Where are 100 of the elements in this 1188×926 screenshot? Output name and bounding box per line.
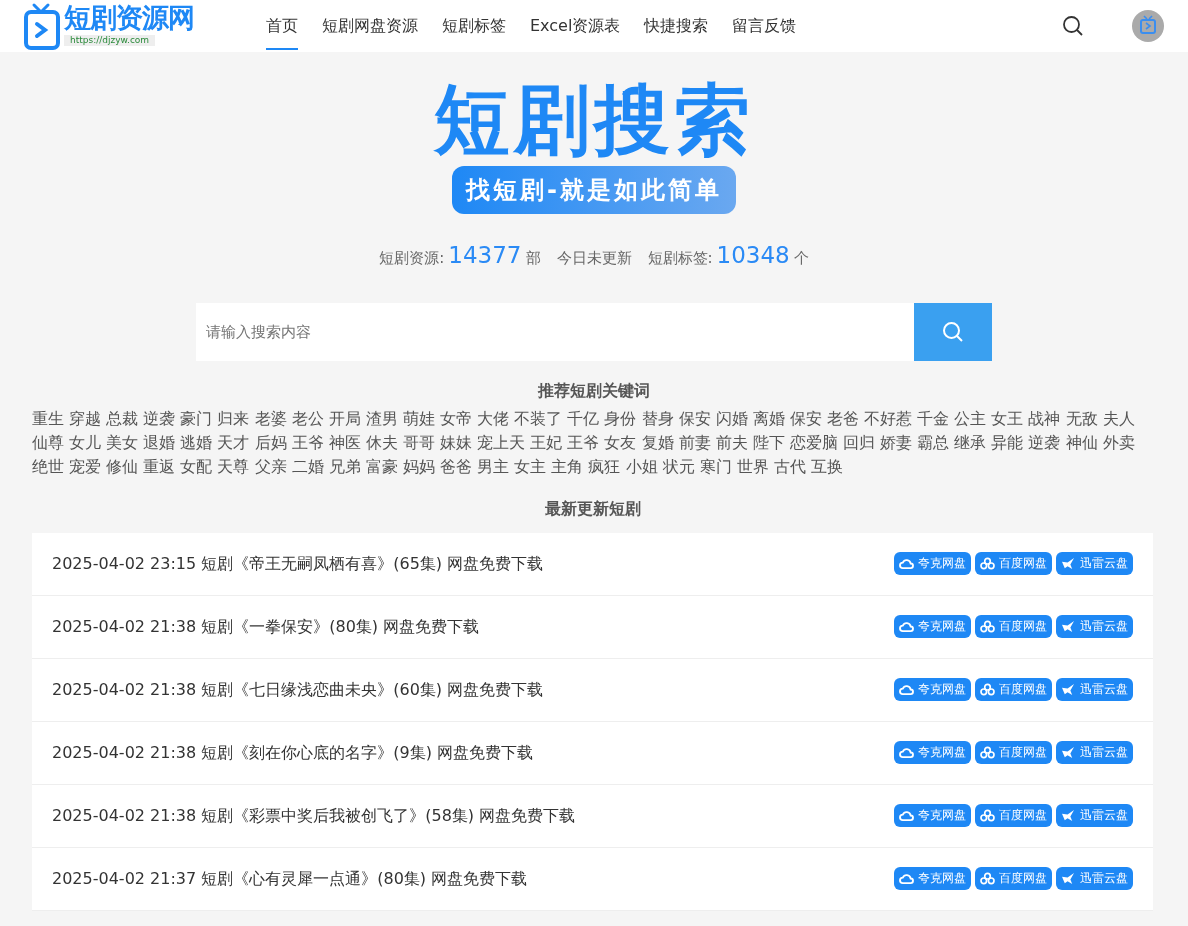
keyword-link[interactable]: 女帝 — [440, 408, 473, 428]
download-button[interactable]: 迅雷云盘 — [1056, 804, 1133, 827]
keyword-link[interactable]: 陛下 — [752, 432, 785, 452]
avatar[interactable] — [1132, 10, 1164, 42]
keyword-link[interactable]: 爸爸 — [440, 456, 473, 476]
keyword-link[interactable]: 大佬 — [477, 408, 510, 428]
keyword-link[interactable]: 不好惹 — [864, 408, 913, 428]
keyword-link[interactable]: 外卖 — [1102, 432, 1135, 452]
keyword-link[interactable]: 豪门 — [180, 408, 213, 428]
keyword-link[interactable]: 千亿 — [567, 408, 600, 428]
keyword-link[interactable]: 萌娃 — [402, 408, 435, 428]
keyword-link[interactable]: 前夫 — [715, 432, 748, 452]
keyword-link[interactable]: 总裁 — [106, 408, 139, 428]
keyword-link[interactable]: 千金 — [917, 408, 950, 428]
keyword-link[interactable]: 兄弟 — [328, 456, 361, 476]
keyword-link[interactable]: 世界 — [736, 456, 769, 476]
download-button[interactable]: 百度网盘 — [975, 678, 1052, 701]
keyword-link[interactable]: 复婚 — [641, 432, 674, 452]
keyword-link[interactable]: 富豪 — [365, 456, 398, 476]
download-button[interactable]: 夸克网盘 — [894, 615, 971, 638]
keyword-link[interactable]: 老爸 — [826, 408, 859, 428]
keyword-link[interactable]: 休夫 — [365, 432, 398, 452]
drama-link[interactable]: 2025-04-02 23:15 短剧《帝王无嗣凤栖有喜》(65集) 网盘免费下载 — [52, 551, 544, 576]
keyword-link[interactable]: 老公 — [291, 408, 324, 428]
keyword-link[interactable]: 天才 — [217, 432, 250, 452]
keyword-link[interactable]: 恋爱脑 — [789, 432, 838, 452]
download-button[interactable]: 百度网盘 — [975, 804, 1052, 827]
nav-link[interactable]: 留言反馈 — [732, 2, 797, 50]
download-button[interactable]: 迅雷云盘 — [1056, 678, 1133, 701]
keyword-link[interactable]: 美女 — [106, 432, 139, 452]
drama-link[interactable]: 2025-04-02 21:38 短剧《刻在你心底的名字》(9集) 网盘免费下载 — [52, 740, 533, 765]
keyword-link[interactable]: 互换 — [810, 456, 843, 476]
keyword-link[interactable]: 穿越 — [69, 408, 102, 428]
keyword-link[interactable]: 无敌 — [1065, 408, 1098, 428]
keyword-link[interactable]: 战神 — [1028, 408, 1061, 428]
keyword-link[interactable]: 二婚 — [291, 456, 324, 476]
keyword-link[interactable]: 妈妈 — [402, 456, 435, 476]
drama-link[interactable]: 2025-04-02 21:38 短剧《七日缘浅恋曲未央》(60集) 网盘免费下载 — [52, 677, 544, 702]
drama-link[interactable]: 2025-04-02 21:37 短剧《心有灵犀一点通》(80集) 网盘免费下载 — [52, 866, 528, 891]
keyword-link[interactable]: 王爷 — [291, 432, 324, 452]
keyword-link[interactable]: 闪婚 — [715, 408, 748, 428]
keyword-link[interactable]: 仙尊 — [32, 432, 64, 452]
download-button[interactable]: 迅雷云盘 — [1056, 867, 1133, 890]
keyword-link[interactable]: 娇妻 — [880, 432, 913, 452]
keyword-link[interactable]: 女主 — [514, 456, 547, 476]
keyword-link[interactable]: 女友 — [604, 432, 637, 452]
keyword-link[interactable]: 男主 — [477, 456, 510, 476]
keyword-link[interactable]: 逆袭 — [143, 408, 176, 428]
keyword-link[interactable]: 离婚 — [752, 408, 785, 428]
keyword-link[interactable]: 继承 — [954, 432, 987, 452]
keyword-link[interactable]: 绝世 — [32, 456, 64, 476]
keyword-link[interactable]: 疯狂 — [588, 456, 621, 476]
download-button[interactable]: 迅雷云盘 — [1056, 615, 1133, 638]
keyword-link[interactable]: 不装了 — [514, 408, 563, 428]
drama-link[interactable]: 2025-04-02 21:38 短剧《一拳保安》(80集) 网盘免费下载 — [52, 614, 480, 639]
search-button[interactable] — [914, 302, 992, 361]
keyword-link[interactable]: 归来 — [217, 408, 250, 428]
keyword-link[interactable]: 寒门 — [699, 456, 732, 476]
keyword-link[interactable]: 保安 — [789, 408, 822, 428]
keyword-link[interactable]: 女王 — [991, 408, 1024, 428]
keyword-link[interactable]: 王妃 — [530, 432, 563, 452]
download-button[interactable]: 迅雷云盘 — [1056, 552, 1133, 575]
keyword-link[interactable]: 女配 — [180, 456, 213, 476]
keyword-link[interactable]: 神医 — [328, 432, 361, 452]
keyword-link[interactable]: 保安 — [678, 408, 711, 428]
keyword-link[interactable]: 王爷 — [567, 432, 600, 452]
download-button[interactable]: 夸克网盘 — [894, 867, 971, 890]
download-button[interactable]: 百度网盘 — [975, 552, 1052, 575]
download-button[interactable]: 夸克网盘 — [894, 741, 971, 764]
site-logo-name[interactable]: 短剧资源网 — [64, 4, 194, 31]
keyword-link[interactable]: 天尊 — [217, 456, 250, 476]
keyword-link[interactable]: 神仙 — [1065, 432, 1098, 452]
keyword-link[interactable]: 渣男 — [365, 408, 398, 428]
download-button[interactable]: 夸克网盘 — [894, 552, 971, 575]
keyword-link[interactable]: 开局 — [328, 408, 361, 428]
keyword-link[interactable]: 前妻 — [678, 432, 711, 452]
nav-link[interactable]: 快捷搜索 — [644, 2, 709, 50]
keyword-link[interactable]: 回归 — [842, 432, 875, 452]
download-button[interactable]: 夸克网盘 — [894, 678, 971, 701]
keyword-link[interactable]: 重生 — [32, 408, 64, 428]
drama-link[interactable]: 2025-04-02 21:38 短剧《彩票中奖后我被创飞了》(58集) 网盘免费下载 — [52, 803, 576, 828]
keyword-link[interactable]: 重返 — [143, 456, 176, 476]
search-input[interactable]: 请输入搜索内容 — [196, 302, 914, 361]
keyword-link[interactable]: 公主 — [954, 408, 987, 428]
keyword-link[interactable]: 逃婚 — [180, 432, 213, 452]
keyword-link[interactable]: 修仙 — [106, 456, 139, 476]
keyword-link[interactable]: 身份 — [604, 408, 637, 428]
keyword-link[interactable]: 老婆 — [254, 408, 287, 428]
keyword-link[interactable]: 逆袭 — [1028, 432, 1061, 452]
keyword-link[interactable]: 妹妹 — [440, 432, 473, 452]
nav-link[interactable]: 首页 — [266, 2, 298, 50]
keyword-link[interactable]: 父亲 — [254, 456, 287, 476]
keyword-link[interactable]: 主角 — [551, 456, 584, 476]
keyword-link[interactable]: 霸总 — [917, 432, 950, 452]
keyword-link[interactable]: 哥哥 — [402, 432, 435, 452]
keyword-link[interactable]: 异能 — [991, 432, 1024, 452]
keyword-link[interactable]: 女儿 — [69, 432, 102, 452]
download-button[interactable]: 迅雷云盘 — [1056, 741, 1133, 764]
nav-link[interactable]: 短剧网盘资源 — [322, 2, 418, 50]
keyword-link[interactable]: 退婚 — [143, 432, 176, 452]
